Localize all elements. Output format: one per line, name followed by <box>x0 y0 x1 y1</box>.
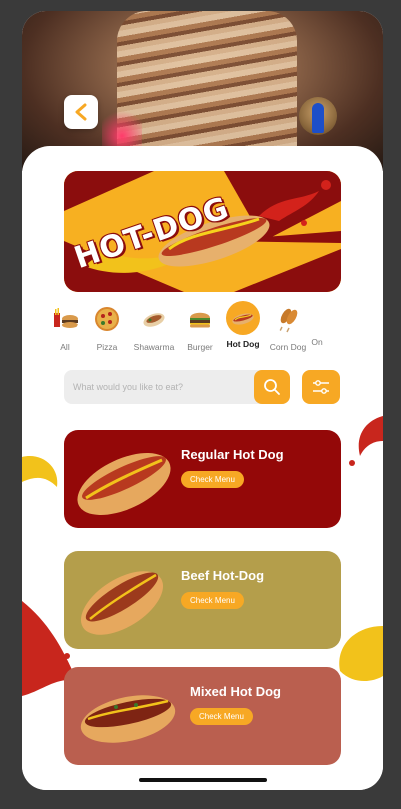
promo-banner[interactable]: HOT-DOG <box>64 171 341 292</box>
ketchup-splash-image <box>349 416 383 466</box>
hotdog-image <box>80 695 176 743</box>
search-icon <box>264 379 280 395</box>
home-indicator[interactable] <box>139 778 267 782</box>
avatar[interactable] <box>299 97 337 135</box>
hotdog-icon <box>232 313 254 325</box>
category-all[interactable]: All <box>42 301 88 352</box>
filter-icon <box>313 380 329 394</box>
corndog-icon <box>279 308 298 333</box>
category-more[interactable]: On <box>302 301 332 347</box>
mustard-splash-image <box>22 456 58 487</box>
category-list: All Pizza Shawarma Burger Hot Dog Corn D… <box>42 301 342 352</box>
category-pizza[interactable]: Pizza <box>84 301 130 352</box>
card-title: Beef Hot-Dog <box>181 568 265 583</box>
filter-button[interactable] <box>302 370 340 404</box>
shawarma-icon <box>143 313 165 327</box>
search-bar <box>64 370 290 404</box>
phone-screen: HOT-DOG All Pizza Shawarma Burger Hot Do… <box>22 11 383 790</box>
search-input[interactable] <box>64 370 259 404</box>
search-button[interactable] <box>254 370 290 404</box>
menu-card-mixed-hot-dog[interactable]: Mixed Hot Dog Check Menu <box>64 667 341 765</box>
card-title: Regular Hot Dog <box>181 447 284 462</box>
check-menu-button[interactable]: Check Menu <box>190 708 253 725</box>
check-menu-button[interactable]: Check Menu <box>181 471 244 488</box>
pizza-icon <box>95 307 119 331</box>
back-button[interactable] <box>64 95 98 129</box>
hotdog-image <box>80 571 164 635</box>
card-title: Mixed Hot Dog <box>190 684 281 699</box>
menu-card-regular-hot-dog[interactable]: Regular Hot Dog Check Menu <box>64 430 341 528</box>
chevron-left-icon <box>75 103 87 121</box>
category-shawarma[interactable]: Shawarma <box>131 301 177 352</box>
hotdog-image <box>77 453 171 515</box>
burger-fries-icon <box>54 308 78 328</box>
category-burger[interactable]: Burger <box>177 301 223 352</box>
menu-card-beef-hot-dog[interactable]: Beef Hot-Dog Check Menu <box>64 551 341 649</box>
burger-icon <box>190 312 210 328</box>
check-menu-button[interactable]: Check Menu <box>181 592 244 609</box>
category-hot-dog[interactable]: Hot Dog <box>220 301 266 349</box>
